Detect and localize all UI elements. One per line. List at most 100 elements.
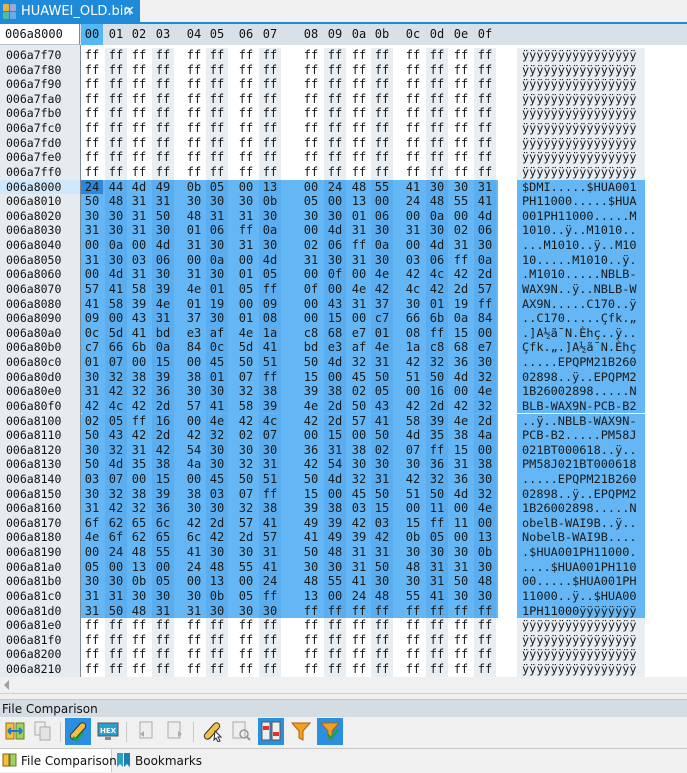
hex-byte[interactable]: 31 [81,501,103,516]
hex-byte[interactable]: 45 [348,369,370,385]
hex-byte[interactable]: 38 [348,442,370,458]
hex-byte[interactable]: 39 [128,296,150,312]
hex-byte[interactable]: ff [371,164,393,180]
hex-byte[interactable]: ff [152,91,174,107]
hex-byte[interactable]: ff [324,164,346,180]
hex-byte[interactable]: ff [152,121,174,136]
hex-byte[interactable]: 42 [402,267,424,282]
hex-byte[interactable]: ff [183,165,205,180]
hex-byte[interactable]: 30 [259,238,281,253]
ascii-text[interactable]: ÿÿÿÿÿÿÿÿÿÿÿÿÿÿÿÿ [517,62,645,78]
hex-byte[interactable]: 6c [183,530,205,546]
hex-byte[interactable]: 48 [300,574,322,589]
hex-row[interactable]: 006a8140 03 07 00 15 00 45 50 51 50 4d 32 31 42 32 36 30… [0,471,687,487]
hex-byte[interactable]: 09 [81,311,103,326]
hex-byte[interactable]: ff [259,369,281,385]
hex-byte[interactable]: 16 [152,413,174,429]
hex-byte[interactable]: ff [450,647,472,662]
hex-byte[interactable]: 38 [128,486,150,502]
hex-byte[interactable]: 00 [128,355,150,370]
hex-byte[interactable]: 05 [152,574,174,589]
hex-byte[interactable]: ff [426,515,448,531]
hex-row[interactable]: 006a7f70 ff ff ff ff ff ff ff ff ff ff ff ff ff ff ff ff… [0,48,687,63]
hex-byte[interactable]: 00 [105,559,127,575]
hex-byte[interactable]: 43 [128,311,150,326]
hex-byte[interactable]: ff [450,165,472,180]
hex-byte[interactable]: 39 [152,281,174,297]
hex-byte[interactable]: ff [426,48,448,63]
hex-byte[interactable]: ff [259,77,281,92]
hex-byte[interactable]: ff [206,647,228,663]
hex-byte[interactable]: 0f [324,267,346,282]
ascii-text[interactable]: 10.....M1010..ÿ. [517,252,645,268]
hex-byte[interactable]: 41 [371,413,393,429]
hex-byte[interactable]: e7 [474,340,496,355]
hex-byte[interactable]: ff [371,618,393,633]
hex-byte[interactable]: 30 [235,545,257,560]
hex-byte[interactable]: c7 [371,311,393,326]
hex-byte[interactable]: ff [402,63,424,78]
ascii-text[interactable]: .$HUA001PH11000. [517,545,645,560]
hex-byte[interactable]: ff [105,618,127,633]
hex-byte[interactable]: 2d [206,515,228,531]
hex-byte[interactable]: 31 [128,208,150,224]
hex-byte[interactable]: 49 [324,530,346,546]
hex-byte[interactable]: 31 [152,311,174,326]
hex-byte[interactable]: 0b [402,530,424,546]
hex-byte[interactable]: 2d [152,398,174,414]
hex-byte[interactable]: 30 [183,384,205,399]
hex-byte[interactable]: 32 [348,355,370,370]
hex-byte[interactable]: 30 [426,179,448,195]
hex-byte[interactable]: 01 [206,281,228,297]
ascii-text[interactable]: 1B26002898.....N [517,501,645,516]
hex-byte[interactable]: 39 [348,530,370,546]
hex-byte[interactable]: 07 [259,428,281,443]
hex-byte[interactable]: 31 [450,238,472,253]
hex-byte[interactable]: 01 [206,369,228,385]
ascii-text[interactable]: ....$HUA001PH110 [517,559,645,575]
hex-row[interactable]: 006a8090 09 00 43 31 37 30 01 08 00 15 00 c7 66 6b 0a 84… [0,311,687,326]
hex-byte[interactable]: 00 [324,486,346,502]
hex-row[interactable]: 006a7f90 ff ff ff ff ff ff ff ff ff ff ff ff ff ff ff ff… [0,77,687,92]
hex-byte[interactable]: 1a [402,340,424,355]
hex-byte[interactable]: ff [128,165,150,180]
hex-byte[interactable]: 4e [450,413,472,429]
hex-byte[interactable]: 41 [348,574,370,589]
select-difference-button[interactable] [200,718,226,745]
hex-byte[interactable]: 41 [128,325,150,341]
hex-byte[interactable]: 50 [300,545,322,560]
hex-byte[interactable]: ff [426,135,448,151]
hex-byte[interactable]: 31 [371,545,393,560]
hex-byte[interactable]: ff [426,325,448,341]
hex-byte[interactable]: ff [81,92,103,107]
hex-byte[interactable]: 4c [105,398,127,414]
hex-byte[interactable]: 2d [152,428,174,443]
hex-byte[interactable]: 31 [348,252,370,268]
hex-byte[interactable]: 0b [206,588,228,604]
hex-byte[interactable]: ff [474,603,496,619]
hex-byte[interactable]: 42 [450,267,472,282]
hex-byte[interactable]: 30 [300,559,322,575]
hex-byte[interactable]: 42 [450,398,472,414]
hex-byte[interactable]: 55 [402,588,424,604]
hex-byte[interactable]: ff [81,647,103,662]
hex-byte[interactable]: ff [371,662,393,677]
ascii-text[interactable]: ..C170.....Çfk.„ [517,311,645,326]
hex-byte[interactable]: 31 [235,208,257,224]
hex-byte[interactable]: 00 [348,267,370,282]
hex-byte[interactable]: ff [474,164,496,180]
hex-byte[interactable]: 31 [105,588,127,604]
hex-byte[interactable]: 2d [426,398,448,414]
hex-byte[interactable]: 38 [152,457,174,472]
compare-files-button[interactable] [2,718,28,745]
hex-byte[interactable]: 11 [450,515,472,531]
hex-byte[interactable]: ff [450,633,472,648]
hex-byte[interactable]: 38 [183,486,205,502]
hex-byte[interactable]: ff [371,150,393,165]
hex-byte[interactable]: 41 [474,194,496,209]
hex-byte[interactable]: 41 [259,515,281,531]
hex-byte[interactable]: ff [426,442,448,458]
hex-byte[interactable]: 32 [235,501,257,516]
hex-byte[interactable]: 30 [206,384,228,399]
hex-byte[interactable]: 31 [450,457,472,472]
